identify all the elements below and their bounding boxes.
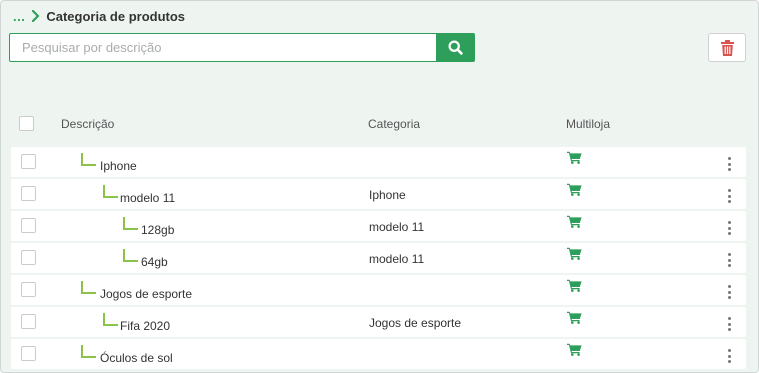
kebab-menu-icon[interactable] bbox=[725, 285, 733, 299]
row-category: modelo 11 bbox=[369, 220, 425, 234]
tree-connector-icon bbox=[123, 217, 139, 231]
shopping-cart-icon bbox=[567, 215, 582, 228]
table-row[interactable]: Fifa 2020 Jogos de esporte bbox=[11, 307, 746, 337]
delete-button[interactable] bbox=[708, 33, 746, 62]
row-description: Óculos de sol bbox=[100, 351, 173, 365]
table-row[interactable]: Jogos de esporte bbox=[11, 275, 746, 305]
breadcrumb-ellipsis[interactable]: ... bbox=[13, 9, 25, 24]
row-category: modelo 11 bbox=[369, 252, 425, 266]
row-description: modelo 11 bbox=[120, 191, 176, 205]
table-row[interactable]: modelo 11 Iphone bbox=[11, 179, 746, 209]
search-icon bbox=[448, 40, 463, 55]
kebab-menu-icon[interactable] bbox=[725, 189, 733, 203]
column-header-category[interactable]: Categoria bbox=[368, 117, 420, 131]
categories-panel: ... Categoria de produtos Descrição Cate… bbox=[0, 0, 759, 373]
search-input[interactable] bbox=[9, 33, 436, 62]
row-checkbox[interactable] bbox=[21, 154, 36, 169]
column-header-multiloja[interactable]: Multiloja bbox=[566, 117, 610, 131]
kebab-menu-icon[interactable] bbox=[725, 317, 733, 331]
shopping-cart-icon bbox=[567, 343, 582, 356]
tree-connector-icon bbox=[123, 249, 139, 263]
row-description: Jogos de esporte bbox=[100, 287, 193, 301]
row-checkbox[interactable] bbox=[21, 314, 36, 329]
row-category: Iphone bbox=[369, 188, 406, 202]
trash-icon bbox=[720, 39, 734, 56]
row-description: Fifa 2020 bbox=[120, 319, 171, 333]
row-checkbox[interactable] bbox=[21, 186, 36, 201]
kebab-menu-icon[interactable] bbox=[725, 221, 733, 235]
breadcrumb: ... Categoria de produtos bbox=[13, 8, 185, 24]
category-list: Iphone modelo 11 Iphone 128gb modelo 11 64gb m… bbox=[11, 147, 746, 371]
row-description: 64gb bbox=[141, 255, 168, 269]
search-bar bbox=[9, 33, 475, 62]
shopping-cart-icon bbox=[567, 311, 582, 324]
page-title: Categoria de produtos bbox=[46, 8, 186, 24]
row-checkbox[interactable] bbox=[21, 282, 36, 297]
table-row[interactable]: 128gb modelo 11 bbox=[11, 211, 746, 241]
shopping-cart-icon bbox=[567, 279, 582, 292]
tree-connector-icon bbox=[103, 313, 119, 327]
kebab-menu-icon[interactable] bbox=[725, 157, 733, 171]
kebab-menu-icon[interactable] bbox=[725, 253, 733, 267]
row-checkbox[interactable] bbox=[21, 250, 36, 265]
shopping-cart-icon bbox=[567, 247, 582, 260]
search-button[interactable] bbox=[436, 33, 475, 62]
table-row[interactable]: 64gb modelo 11 bbox=[11, 243, 746, 273]
tree-connector-icon bbox=[103, 185, 119, 199]
row-description: Iphone bbox=[100, 159, 137, 173]
column-header-description[interactable]: Descrição bbox=[61, 117, 114, 131]
shopping-cart-icon bbox=[567, 183, 582, 196]
row-checkbox[interactable] bbox=[21, 218, 36, 233]
table-row[interactable]: Óculos de sol bbox=[11, 339, 746, 369]
tree-connector-icon bbox=[81, 281, 97, 295]
tree-connector-icon bbox=[81, 153, 97, 167]
tree-connector-icon bbox=[81, 345, 97, 359]
shopping-cart-icon bbox=[567, 151, 582, 164]
table-row[interactable]: Iphone bbox=[11, 147, 746, 177]
chevron-right-icon bbox=[32, 10, 40, 22]
select-all-checkbox[interactable] bbox=[19, 116, 34, 131]
kebab-menu-icon[interactable] bbox=[725, 349, 733, 363]
row-checkbox[interactable] bbox=[21, 346, 36, 361]
row-description: 128gb bbox=[141, 223, 175, 237]
row-category: Jogos de esporte bbox=[369, 316, 462, 330]
table-header: Descrição Categoria Multiloja bbox=[11, 111, 746, 137]
